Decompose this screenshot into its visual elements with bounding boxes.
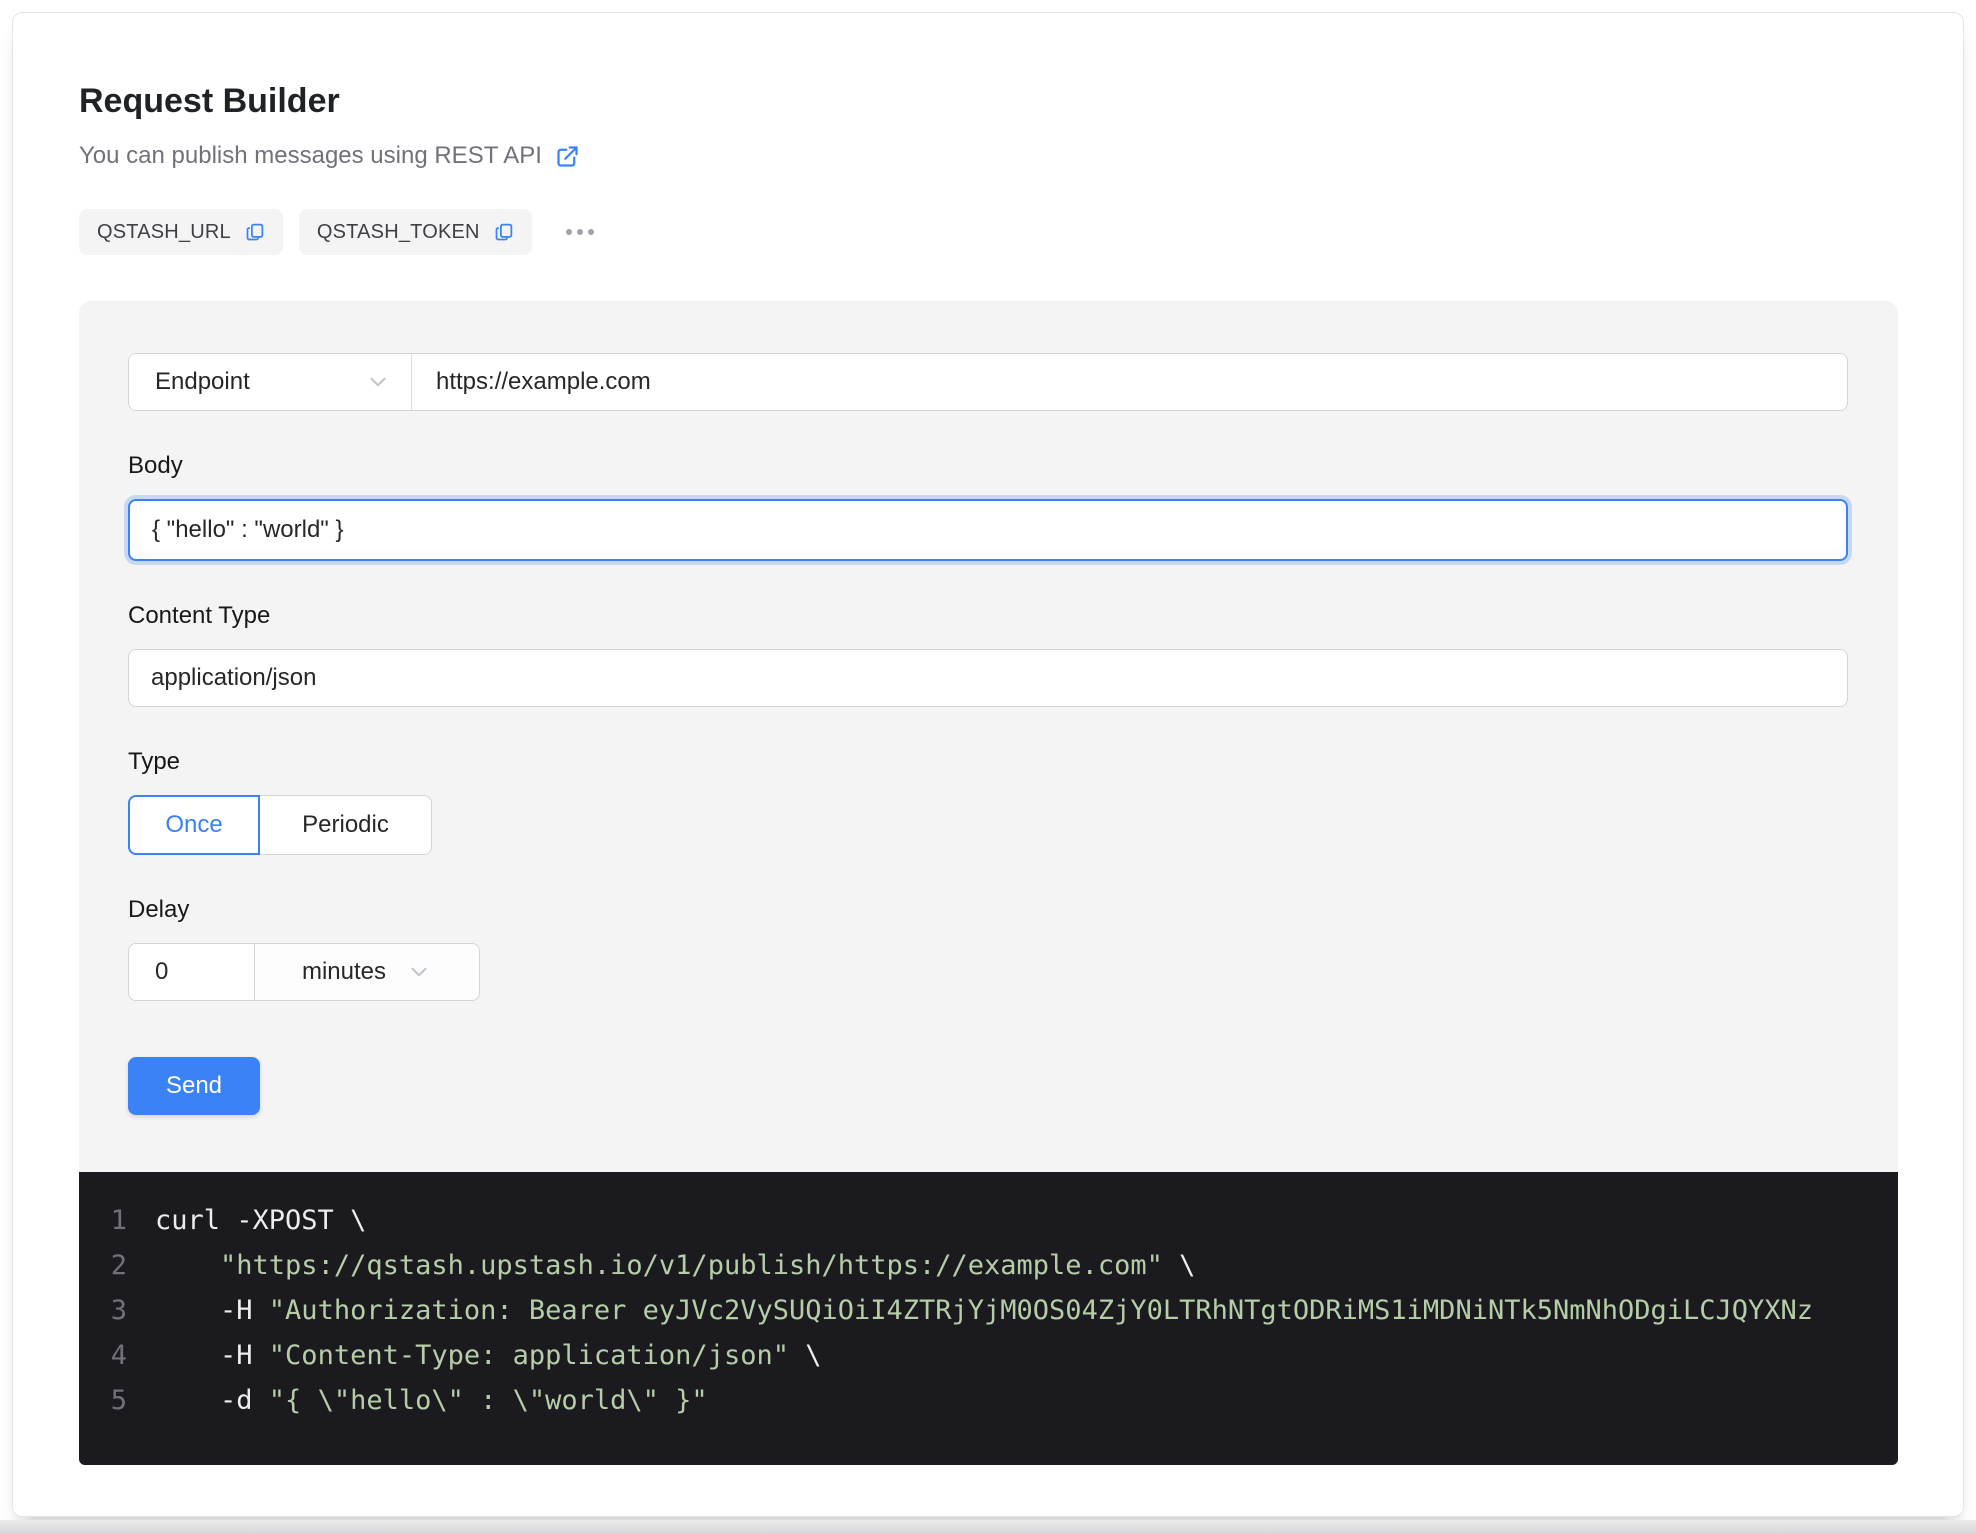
chip-label: QSTASH_URL (97, 221, 231, 244)
page-title: Request Builder (79, 79, 1896, 123)
code-line: 3 -H "Authorization: Bearer eyJVc2VySUQi… (79, 1288, 1898, 1333)
external-link-icon[interactable] (554, 143, 581, 170)
endpoint-select-value: Endpoint (155, 368, 250, 396)
env-variable-chips: QSTASH_URL QSTASH_TOKEN (79, 209, 1896, 255)
body-input[interactable] (128, 499, 1848, 561)
chevron-down-icon (365, 369, 391, 395)
request-form-panel: Endpoint Body Content Type Type Once Per… (79, 301, 1898, 1172)
delay-unit-select[interactable]: minutes (254, 943, 480, 1001)
code-line: 1curl -XPOST \ (79, 1198, 1898, 1243)
copy-icon (493, 222, 514, 243)
endpoint-type-select[interactable]: Endpoint (129, 354, 412, 410)
qstash-token-chip[interactable]: QSTASH_TOKEN (299, 209, 532, 255)
subtitle: You can publish messages using REST API (79, 139, 1896, 173)
page-bottom-band (0, 1520, 1976, 1534)
code-line: 2 "https://qstash.upstash.io/v1/publish/… (79, 1243, 1898, 1288)
type-label: Type (128, 745, 1848, 779)
send-button[interactable]: Send (128, 1057, 260, 1115)
subtitle-text: You can publish messages using REST API (79, 139, 542, 173)
copy-icon (244, 222, 265, 243)
line-number: 4 (79, 1333, 127, 1378)
body-label: Body (128, 449, 1848, 483)
more-env-variables-button[interactable] (558, 221, 602, 243)
type-toggle-group: Once Periodic (128, 795, 1848, 855)
line-number: 1 (79, 1198, 127, 1243)
content-type-label: Content Type (128, 599, 1848, 633)
qstash-url-chip[interactable]: QSTASH_URL (79, 209, 283, 255)
code-line: 5 -d "{ \"hello\" : \"world\" }" (79, 1378, 1898, 1423)
delay-label: Delay (128, 893, 1848, 927)
line-number: 5 (79, 1378, 127, 1423)
line-number: 2 (79, 1243, 127, 1288)
delay-row: minutes (128, 943, 1848, 1001)
type-once-button[interactable]: Once (128, 795, 260, 855)
type-periodic-button[interactable]: Periodic (260, 795, 432, 855)
line-number: 3 (79, 1288, 127, 1333)
delay-unit-value: minutes (302, 958, 386, 986)
delay-value-input[interactable] (128, 943, 254, 1001)
request-builder-card: Request Builder You can publish messages… (12, 12, 1964, 1517)
content-type-input[interactable] (128, 649, 1848, 707)
chip-label: QSTASH_TOKEN (317, 221, 480, 244)
code-line: 4 -H "Content-Type: application/json" \ (79, 1333, 1898, 1378)
endpoint-url-input[interactable] (412, 354, 1847, 410)
curl-code-block: 1curl -XPOST \2 "https://qstash.upstash.… (79, 1172, 1898, 1465)
chevron-down-icon (406, 959, 432, 985)
endpoint-row: Endpoint (128, 353, 1848, 411)
ellipsis-icon (566, 229, 572, 235)
